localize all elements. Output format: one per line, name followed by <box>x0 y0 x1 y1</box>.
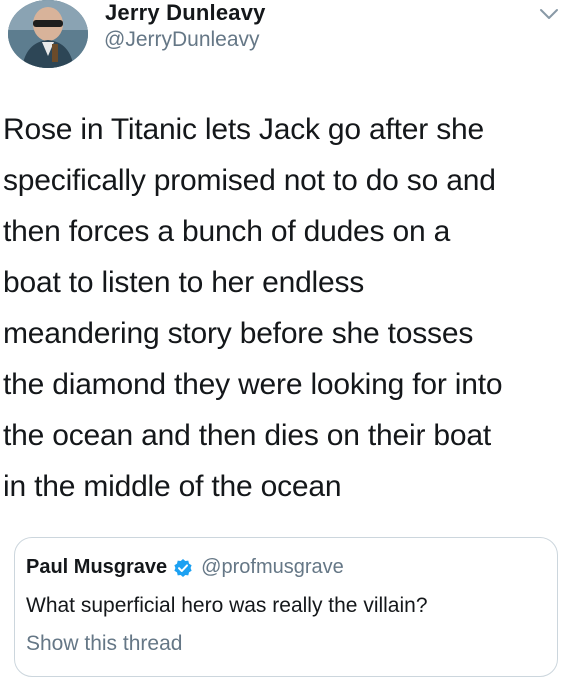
quoted-tweet-text: What superficial hero was really the vil… <box>26 594 428 617</box>
quoted-author-handle[interactable]: @profmusgrave <box>201 556 344 579</box>
author-avatar[interactable] <box>8 0 88 68</box>
show-thread-link[interactable]: Show this thread <box>26 632 182 656</box>
quoted-author-name[interactable]: Paul Musgrave <box>26 556 167 579</box>
chevron-down-icon[interactable] <box>538 6 560 22</box>
author-handle[interactable]: @JerryDunleavy <box>104 28 260 52</box>
verified-badge-icon <box>173 558 193 578</box>
tweet: Jerry Dunleavy @JerryDunleavy Rose in Ti… <box>0 0 568 677</box>
quoted-tweet-card[interactable]: Paul Musgrave @profmusgrave What superfi… <box>14 537 558 677</box>
quoted-tweet-header: Paul Musgrave @profmusgrave <box>26 556 344 579</box>
author-name[interactable]: Jerry Dunleavy <box>105 0 266 26</box>
tweet-text: Rose in Titanic lets Jack go after she s… <box>3 113 503 503</box>
